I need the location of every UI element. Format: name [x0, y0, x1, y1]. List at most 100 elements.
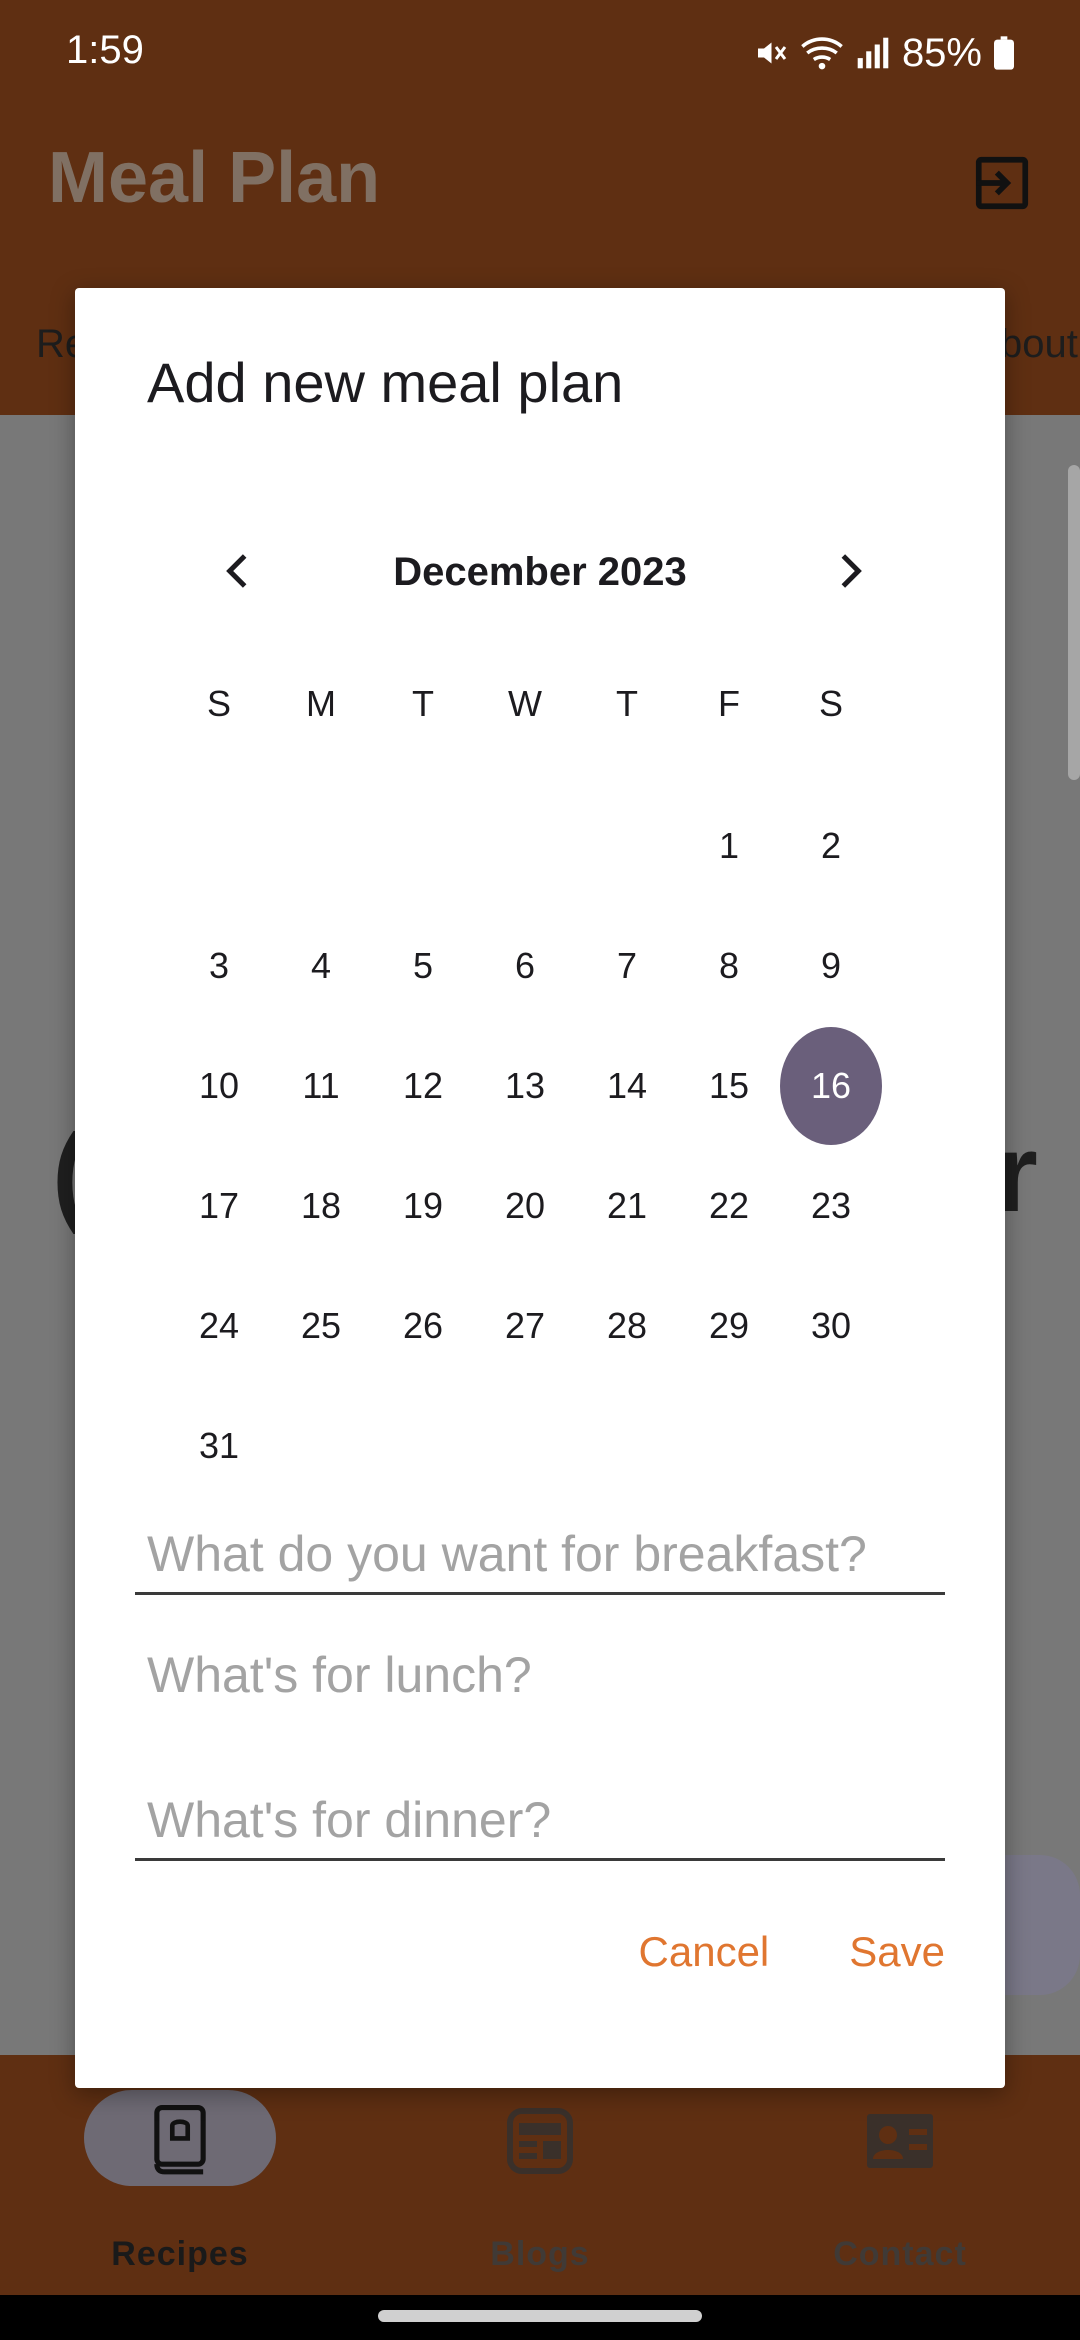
day-number[interactable]: 2 [791, 806, 871, 886]
day-number[interactable]: 9 [791, 926, 871, 1006]
calendar-day[interactable]: 6 [474, 906, 576, 1026]
calendar-day[interactable]: 13 [474, 1026, 576, 1146]
calendar-day[interactable]: 21 [576, 1146, 678, 1266]
calendar-empty-cell [780, 1386, 882, 1506]
day-number[interactable]: 8 [689, 926, 769, 1006]
dinner-field[interactable] [135, 1781, 945, 1861]
status-icons: 85% [752, 28, 1014, 78]
nav-label-recipes: Recipes [111, 2235, 249, 2273]
calendar-empty-cell [372, 786, 474, 906]
day-number[interactable]: 31 [179, 1406, 259, 1486]
calendar-day[interactable]: 15 [678, 1026, 780, 1146]
calendar-day[interactable]: 12 [372, 1026, 474, 1146]
calendar-day[interactable]: 18 [270, 1146, 372, 1266]
day-number[interactable]: 11 [281, 1046, 361, 1126]
calendar-day[interactable]: 17 [168, 1146, 270, 1266]
day-number[interactable]: 4 [281, 926, 361, 1006]
day-number[interactable]: 22 [689, 1166, 769, 1246]
calendar-empty-cell [474, 786, 576, 906]
recipe-book-icon [140, 2101, 220, 2181]
calendar-day[interactable]: 24 [168, 1266, 270, 1386]
day-number[interactable]: 24 [179, 1286, 259, 1366]
calendar-empty-cell [474, 1386, 576, 1506]
calendar-day[interactable]: 5 [372, 906, 474, 1026]
day-number[interactable]: 25 [281, 1286, 361, 1366]
calendar-day[interactable]: 22 [678, 1146, 780, 1266]
calendar-day[interactable]: 19 [372, 1146, 474, 1266]
day-number[interactable]: 7 [587, 926, 667, 1006]
gesture-bar [0, 2295, 1080, 2340]
calendar-header: December 2023 [75, 538, 1005, 608]
calendar-day[interactable]: 31 [168, 1386, 270, 1506]
tab-about[interactable]: bout [1000, 322, 1078, 367]
day-number[interactable]: 26 [383, 1286, 463, 1366]
day-number[interactable]: 21 [587, 1166, 667, 1246]
calendar-day[interactable]: 25 [270, 1266, 372, 1386]
calendar-day[interactable]: 16 [780, 1026, 882, 1146]
day-number[interactable]: 29 [689, 1286, 769, 1366]
calendar-day[interactable]: 10 [168, 1026, 270, 1146]
calendar-day[interactable]: 23 [780, 1146, 882, 1266]
calendar-empty-cell [168, 786, 270, 906]
nav-item-contact[interactable]: Contact [720, 2055, 1080, 2295]
day-number[interactable]: 3 [179, 926, 259, 1006]
day-number[interactable]: 19 [383, 1166, 463, 1246]
nav-label-blogs: Blogs [490, 2235, 590, 2273]
day-number[interactable]: 30 [791, 1286, 871, 1366]
exit-icon [971, 152, 1033, 219]
calendar-day[interactable]: 27 [474, 1266, 576, 1386]
nav-item-recipes[interactable]: Recipes [0, 2055, 360, 2295]
chevron-right-icon [830, 551, 870, 596]
calendar-day[interactable]: 28 [576, 1266, 678, 1386]
calendar-day[interactable]: 26 [372, 1266, 474, 1386]
scrollbar[interactable] [1068, 465, 1080, 780]
day-number[interactable]: 15 [689, 1046, 769, 1126]
day-number[interactable]: 18 [281, 1166, 361, 1246]
breakfast-input[interactable] [135, 1515, 945, 1592]
calendar-day[interactable]: 9 [780, 906, 882, 1026]
calendar-day[interactable]: 14 [576, 1026, 678, 1146]
next-month-button[interactable] [815, 538, 885, 608]
calendar-day[interactable]: 7 [576, 906, 678, 1026]
day-number[interactable]: 14 [587, 1046, 667, 1126]
cancel-button[interactable]: Cancel [639, 1928, 770, 1976]
save-button[interactable]: Save [849, 1928, 945, 1976]
calendar-day[interactable]: 3 [168, 906, 270, 1026]
calendar-day[interactable]: 8 [678, 906, 780, 1026]
wifi-icon [800, 35, 844, 71]
bottom-navigation: Recipes Blogs Contact [0, 2055, 1080, 2295]
lunch-input[interactable] [135, 1635, 945, 1715]
day-number[interactable]: 1 [689, 806, 769, 886]
day-number[interactable]: 28 [587, 1286, 667, 1366]
breakfast-field[interactable] [135, 1515, 945, 1595]
calendar-day[interactable]: 30 [780, 1266, 882, 1386]
calendar-empty-cell [270, 786, 372, 906]
selected-day[interactable]: 16 [780, 1027, 882, 1145]
day-number[interactable]: 20 [485, 1166, 565, 1246]
calendar-day[interactable]: 29 [678, 1266, 780, 1386]
day-number[interactable]: 13 [485, 1046, 565, 1126]
day-number[interactable]: 5 [383, 926, 463, 1006]
exit-button[interactable] [962, 145, 1042, 225]
dinner-input[interactable] [135, 1781, 945, 1858]
calendar-day[interactable]: 1 [678, 786, 780, 906]
page-title: Meal Plan [48, 138, 381, 218]
calendar-day[interactable]: 4 [270, 906, 372, 1026]
weekday-label: S [818, 683, 843, 724]
calendar-day[interactable]: 11 [270, 1026, 372, 1146]
lunch-field[interactable] [135, 1635, 945, 1715]
day-number[interactable]: 10 [179, 1046, 259, 1126]
day-number[interactable]: 6 [485, 926, 565, 1006]
home-handle[interactable] [378, 2310, 702, 2322]
day-number[interactable]: 23 [791, 1166, 871, 1246]
day-number[interactable]: 17 [179, 1166, 259, 1246]
dialog-actions: Cancel Save [639, 1928, 945, 1976]
weekday-label: T [412, 683, 434, 724]
calendar-day[interactable]: 2 [780, 786, 882, 906]
calendar-day[interactable]: 20 [474, 1146, 576, 1266]
calendar-week-row: 10 11 12 13 14 15 16 [168, 1026, 882, 1146]
nav-item-blogs[interactable]: Blogs [360, 2055, 720, 2295]
day-number[interactable]: 12 [383, 1046, 463, 1126]
weekday-header: S M T W T F S [168, 683, 882, 743]
day-number[interactable]: 27 [485, 1286, 565, 1366]
